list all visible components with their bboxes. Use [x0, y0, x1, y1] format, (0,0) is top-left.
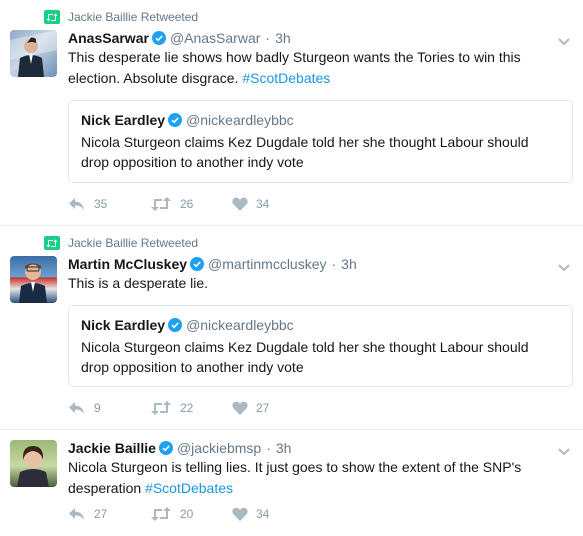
- quoted-tweet-text: Nicola Sturgeon claims Kez Dugdale told …: [81, 134, 529, 170]
- tweet-actions: 9 22 27: [68, 401, 314, 415]
- quoted-tweet-header: Nick Eardley @nickeardleybbc: [81, 111, 560, 129]
- tweet-anas-sarwar[interactable]: Jackie Baillie Retweeted AnasSarwar @Ana…: [0, 0, 583, 226]
- chevron-down-icon[interactable]: [557, 34, 571, 46]
- tweet-header: AnasSarwar @AnasSarwar · 3h: [68, 30, 291, 46]
- hashtag-link[interactable]: #ScotDebates: [242, 70, 330, 86]
- like-button[interactable]: 34: [232, 507, 314, 521]
- verified-badge-icon: [168, 318, 183, 332]
- chevron-down-icon[interactable]: [557, 444, 571, 456]
- tweet-text: This is a desperate lie.: [68, 273, 567, 294]
- verified-badge-icon: [190, 257, 205, 271]
- tweet-header: Jackie Baillie @jackiebmsp · 3h: [68, 440, 291, 456]
- quoted-display-name: Nick Eardley: [81, 112, 166, 128]
- timestamp[interactable]: 3h: [341, 256, 357, 272]
- tweet-header: Martin McCluskey @martinmccluskey · 3h: [68, 256, 357, 272]
- quoted-tweet-header: Nick Eardley @nickeardleybbc: [81, 316, 560, 334]
- timestamp[interactable]: 3h: [275, 30, 291, 46]
- retweet-icon: [44, 10, 60, 24]
- heart-icon: [232, 401, 248, 415]
- like-count: 27: [256, 401, 270, 415]
- separator: ·: [266, 440, 271, 456]
- verified-badge-icon: [151, 31, 166, 45]
- timestamp[interactable]: 3h: [276, 440, 292, 456]
- tweet-text: This desperate lie shows how badly Sturg…: [68, 47, 567, 89]
- tweet-actions: 35 26 34: [68, 197, 314, 211]
- reply-button[interactable]: 27: [68, 507, 150, 521]
- username[interactable]: @jackiebmsp: [177, 440, 261, 456]
- separator: ·: [331, 256, 337, 272]
- like-button[interactable]: 27: [232, 401, 314, 415]
- reply-button[interactable]: 35: [68, 197, 150, 211]
- reply-icon: [69, 198, 84, 210]
- retweet-button[interactable]: 26: [150, 197, 232, 211]
- verified-badge-icon: [158, 441, 173, 455]
- heart-icon: [232, 197, 248, 211]
- display-name[interactable]: Martin McCluskey: [68, 256, 187, 272]
- retweet-icon: [151, 197, 171, 211]
- username[interactable]: @AnasSarwar: [170, 30, 260, 46]
- verified-badge-icon: [168, 113, 183, 127]
- retweet-label: Jackie Baillie Retweeted: [68, 10, 199, 24]
- retweet-count: 20: [180, 507, 194, 521]
- retweet-count: 26: [180, 197, 194, 211]
- display-name[interactable]: AnasSarwar: [68, 30, 149, 46]
- separator: ·: [265, 30, 271, 46]
- heart-icon: [232, 507, 248, 521]
- retweet-button[interactable]: 20: [150, 507, 232, 521]
- like-count: 34: [256, 197, 270, 211]
- tweet-martin-mccluskey[interactable]: Jackie Baillie Retweeted Martin McCluske…: [0, 226, 583, 430]
- quoted-tweet[interactable]: Nick Eardley @nickeardleybbc Nicola Stur…: [68, 305, 573, 387]
- quoted-display-name: Nick Eardley: [81, 317, 166, 333]
- reply-count: 9: [94, 401, 101, 415]
- retweet-button[interactable]: 22: [150, 401, 232, 415]
- reply-button[interactable]: 9: [68, 401, 150, 415]
- username[interactable]: @martinmccluskey: [208, 256, 326, 272]
- avatar[interactable]: [10, 440, 57, 487]
- retweet-count: 22: [180, 401, 194, 415]
- display-name[interactable]: Jackie Baillie: [68, 440, 156, 456]
- reply-count: 35: [94, 197, 108, 211]
- retweet-context: Jackie Baillie Retweeted: [44, 9, 198, 25]
- tweet-text: Nicola Sturgeon is telling lies. It just…: [68, 457, 567, 499]
- reply-icon: [69, 402, 84, 414]
- retweet-icon: [151, 507, 171, 521]
- tweet-actions: 27 20 34: [68, 507, 314, 521]
- avatar[interactable]: [10, 256, 57, 303]
- quoted-tweet[interactable]: Nick Eardley @nickeardleybbc Nicola Stur…: [68, 100, 573, 183]
- like-count: 34: [256, 507, 270, 521]
- reply-icon: [69, 508, 84, 520]
- retweet-label: Jackie Baillie Retweeted: [68, 236, 199, 250]
- retweet-context: Jackie Baillie Retweeted: [44, 235, 198, 251]
- reply-count: 27: [94, 507, 108, 521]
- avatar[interactable]: [10, 30, 57, 77]
- quoted-username: @nickeardleybbc: [186, 317, 294, 333]
- retweet-icon: [44, 236, 60, 250]
- tweet-jackie-baillie[interactable]: Jackie Baillie @jackiebmsp · 3h Nicola S…: [0, 430, 583, 536]
- tweet-body: This is a desperate lie.: [68, 275, 209, 291]
- retweet-icon: [151, 401, 171, 415]
- hashtag-link[interactable]: #ScotDebates: [145, 480, 233, 496]
- chevron-down-icon[interactable]: [557, 260, 571, 272]
- quoted-tweet-text: Nicola Sturgeon claims Kez Dugdale told …: [81, 339, 529, 375]
- tweet-body: Nicola Sturgeon is telling lies. It just…: [68, 459, 522, 496]
- quoted-username: @nickeardleybbc: [186, 112, 294, 128]
- like-button[interactable]: 34: [232, 197, 314, 211]
